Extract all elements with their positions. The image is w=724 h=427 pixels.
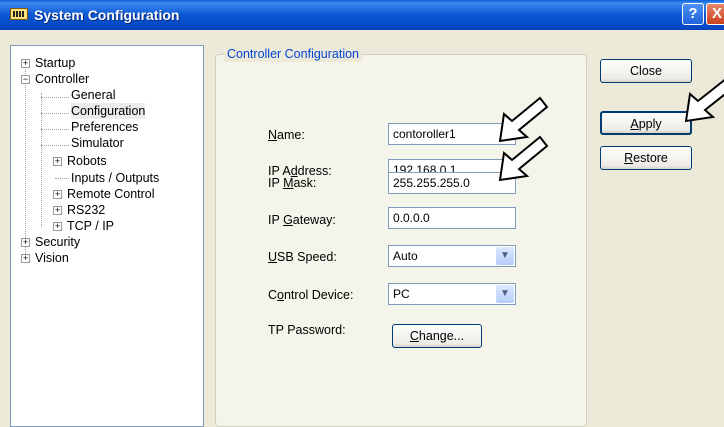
system-configuration-window: System Configuration ? X + Startup − Con… [0,0,724,427]
pointer-arrow-apply [684,79,724,123]
